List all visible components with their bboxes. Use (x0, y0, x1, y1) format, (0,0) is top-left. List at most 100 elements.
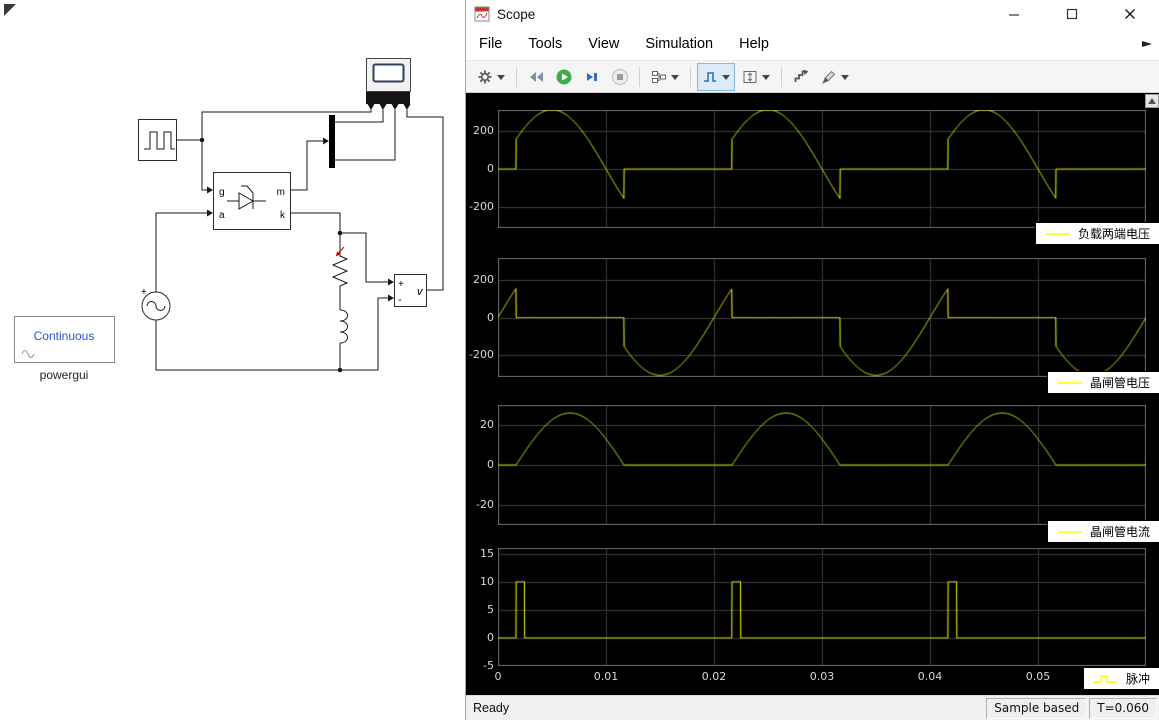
powergui-mode-label: Continuous (34, 329, 95, 343)
signal-forward-button[interactable] (788, 63, 814, 91)
toolbar-separator (516, 67, 517, 87)
window-title: Scope (497, 7, 535, 22)
legend-line-icon (1045, 229, 1071, 239)
x-tick-label: 0 (478, 670, 518, 683)
y-tick-label: 0 (466, 631, 494, 644)
input-arrow-icon (392, 104, 399, 110)
voltage-measurement-block[interactable]: + - v (395, 275, 427, 307)
scope-plot-2-canvas[interactable] (498, 258, 1146, 377)
stop-button[interactable] (607, 63, 633, 91)
legend-thyristor-current[interactable]: 晶闸管电流 (1047, 520, 1159, 543)
step-back-button[interactable] (523, 63, 549, 91)
simulink-model-pane: g a m k + (0, 0, 465, 720)
scope-window-icon (474, 6, 490, 22)
status-sim-time: T=0.060 (1089, 698, 1157, 719)
port-label-m: m (277, 187, 285, 198)
scope-plot-1[interactable] (498, 110, 1146, 228)
x-tick-label: 0.03 (802, 670, 842, 683)
y-tick-label: -20 (466, 498, 494, 511)
x-tick-label: 0.05 (1018, 670, 1058, 683)
scope-plot-4[interactable] (498, 548, 1146, 666)
scope-plot-2[interactable] (498, 258, 1146, 377)
wires (156, 110, 443, 370)
scope-input-terminals[interactable] (366, 92, 411, 110)
caret-down-icon (670, 73, 680, 81)
thyristor-block[interactable]: g a m k (214, 173, 291, 230)
simulink-block-diagram: g a m k + (0, 0, 465, 720)
x-tick-label: 0.01 (586, 670, 626, 683)
scope-screen-icon (374, 65, 404, 82)
caret-down-icon (761, 73, 771, 81)
menu-file[interactable]: File (479, 36, 502, 52)
pulse-generator-block[interactable] (139, 120, 177, 161)
powergui-block[interactable]: Continuous (15, 317, 115, 363)
menu-bar: File Tools View Simulation Help (466, 28, 1159, 60)
scope-plot-3[interactable] (498, 405, 1146, 525)
legend-thyristor-voltage[interactable]: 晶闸管电压 (1047, 371, 1159, 394)
y-tick-label: 10 (466, 575, 494, 588)
run-icon (555, 68, 573, 86)
toolbar-separator (639, 67, 640, 87)
trigger-icon (701, 68, 719, 86)
scroll-up-button[interactable] (1145, 94, 1159, 108)
y-tick-label: 0 (466, 162, 494, 175)
y-tick-label: -200 (466, 348, 494, 361)
menu-view[interactable]: View (588, 36, 619, 52)
y-tick-label: 20 (466, 418, 494, 431)
legend-pulse[interactable]: 脉冲 (1083, 667, 1159, 690)
close-icon (1123, 7, 1137, 21)
zoom-fit-icon (741, 68, 759, 86)
wire-source-to-anode (156, 213, 207, 292)
status-bar: Ready Sample based T=0.060 (466, 695, 1159, 720)
up-arrow-icon (1148, 98, 1156, 104)
demux-block[interactable] (329, 115, 335, 168)
wire-pulse-to-scope (202, 110, 371, 140)
inductor-icon (340, 310, 348, 343)
legend-load-voltage[interactable]: 负载两端电压 (1035, 222, 1159, 245)
maximize-button[interactable] (1043, 0, 1101, 28)
scope-plot-4-canvas[interactable] (498, 548, 1146, 666)
close-button[interactable] (1101, 0, 1159, 28)
simulation-blocks-button[interactable] (646, 63, 684, 91)
menu-tools[interactable]: Tools (528, 36, 562, 52)
step-forward-icon (583, 68, 601, 86)
wire-pulse-to-gate (176, 140, 207, 190)
run-button[interactable] (551, 63, 577, 91)
minimize-button[interactable] (985, 0, 1043, 28)
source-polarity-label: + (141, 287, 147, 298)
highlight-button[interactable] (816, 63, 854, 91)
window-controls (985, 0, 1159, 28)
screen-corner-artifact (4, 4, 16, 16)
input-arrow-icon (404, 104, 411, 110)
maximize-icon (1065, 7, 1079, 21)
port-label-a: a (219, 210, 225, 221)
zoom-fit-button[interactable] (737, 63, 775, 91)
scope-block[interactable] (367, 59, 411, 92)
input-arrow-icon (380, 104, 387, 110)
wire-demux-out2 (335, 110, 395, 160)
status-ready: Ready (466, 701, 509, 715)
powergui-caption: powergui (40, 368, 89, 382)
scope-toolbar (466, 60, 1159, 93)
scope-canvas-area: 负载两端电压 晶闸管电压 晶闸管电流 脉冲 2000-2002000-20020… (466, 93, 1159, 695)
trigger-button[interactable] (697, 63, 735, 91)
settings-button[interactable] (472, 63, 510, 91)
vm-plus-label: + (398, 279, 404, 290)
scope-plot-3-canvas[interactable] (498, 405, 1146, 525)
caret-down-icon (721, 73, 731, 81)
menu-simulation[interactable]: Simulation (645, 36, 713, 52)
y-tick-label: 0 (466, 311, 494, 324)
y-tick-label: 0 (466, 458, 494, 471)
y-tick-label: 5 (466, 603, 494, 616)
input-arrow-icon (368, 104, 375, 110)
step-forward-button[interactable] (579, 63, 605, 91)
ac-voltage-source-block[interactable]: + (141, 287, 170, 320)
y-tick-label: 15 (466, 547, 494, 560)
menu-overflow-arrow-icon[interactable] (1140, 37, 1154, 55)
toolbar-separator (690, 67, 691, 87)
menu-help[interactable]: Help (739, 36, 769, 52)
scope-window: Scope File Tools View Simulation Help (465, 0, 1159, 720)
scope-plot-1-canvas[interactable] (498, 110, 1146, 228)
toolbar-separator (781, 67, 782, 87)
legend-line-icon (1057, 527, 1083, 537)
